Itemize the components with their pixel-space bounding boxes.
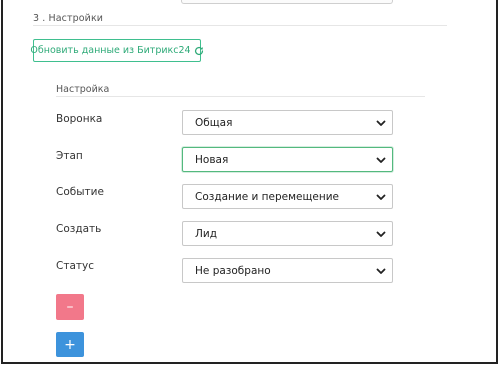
stage-select-value: Новая — [195, 153, 229, 166]
create-select[interactable]: Лид — [182, 221, 393, 246]
status-select[interactable]: Не разобрано — [182, 258, 393, 283]
remove-setting-button[interactable]: – — [56, 294, 84, 320]
funnel-select-value: Общая — [195, 116, 233, 129]
chevron-down-icon — [374, 190, 388, 204]
refresh-button-label: Обновить данные из Битрикс24 — [30, 45, 191, 56]
funnel-label: Воронка — [56, 113, 103, 125]
plus-icon: + — [64, 336, 76, 353]
create-select-value: Лид — [195, 227, 217, 240]
refresh-icon — [194, 46, 204, 56]
stage-label: Этап — [56, 150, 83, 162]
settings-group-divider — [56, 96, 425, 97]
section-divider — [33, 25, 447, 26]
chevron-down-icon — [374, 227, 388, 241]
chevron-down-icon — [374, 264, 388, 278]
status-select-value: Не разобрано — [195, 264, 271, 277]
chevron-down-icon — [374, 116, 388, 130]
section-title: 3 . Настройки — [33, 13, 104, 24]
funnel-select[interactable]: Общая — [182, 110, 393, 135]
status-label: Статус — [56, 260, 94, 272]
previous-field-edge — [181, 0, 393, 4]
event-select[interactable]: Создание и перемещение — [182, 184, 393, 209]
create-label: Создать — [56, 223, 102, 235]
chevron-down-icon — [374, 153, 388, 167]
event-label: Событие — [56, 186, 104, 198]
settings-group-title: Настройка — [56, 84, 110, 95]
minus-icon: – — [66, 299, 74, 315]
stage-select[interactable]: Новая — [182, 147, 393, 172]
refresh-from-bitrix-button[interactable]: Обновить данные из Битрикс24 — [30, 39, 204, 62]
add-setting-button[interactable]: + — [56, 332, 84, 357]
window-frame: 3 . Настройки Обновить данные из Битрикс… — [1, 0, 498, 364]
event-select-value: Создание и перемещение — [195, 190, 340, 203]
